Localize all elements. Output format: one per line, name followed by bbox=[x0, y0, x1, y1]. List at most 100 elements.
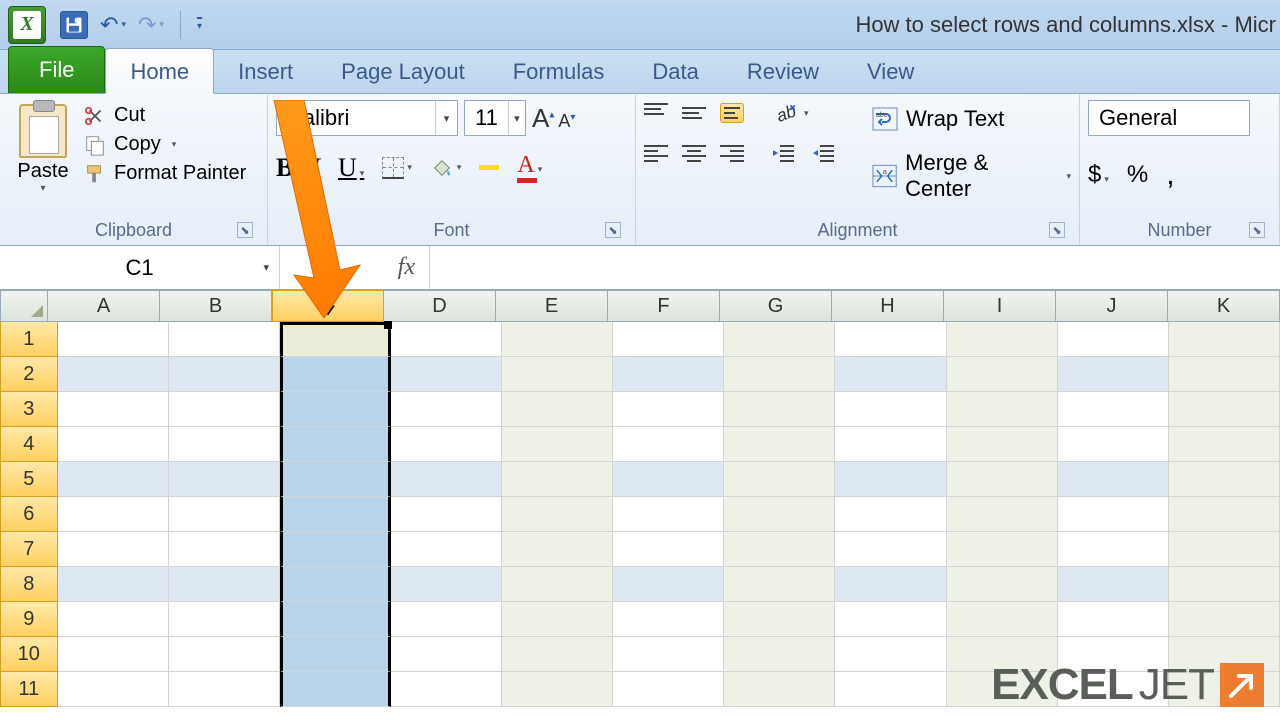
column-header-E[interactable]: E bbox=[496, 290, 608, 322]
cell-H8[interactable] bbox=[835, 567, 946, 602]
cell-K4[interactable] bbox=[1169, 427, 1280, 462]
cell-E7[interactable] bbox=[502, 532, 613, 567]
cell-A1[interactable] bbox=[58, 322, 169, 357]
paste-dropdown-icon[interactable]: ▾ bbox=[8, 183, 78, 194]
cell-H10[interactable] bbox=[835, 637, 946, 672]
cell-D6[interactable] bbox=[391, 497, 502, 532]
cell-C9[interactable] bbox=[280, 602, 391, 637]
cell-E1[interactable] bbox=[502, 322, 613, 357]
cell-D11[interactable] bbox=[391, 672, 502, 707]
cell-I6[interactable] bbox=[947, 497, 1058, 532]
bold-button[interactable]: B bbox=[276, 153, 293, 183]
cell-J5[interactable] bbox=[1058, 462, 1169, 497]
cell-C4[interactable] bbox=[280, 427, 391, 462]
column-header-K[interactable]: K bbox=[1168, 290, 1280, 322]
cell-I7[interactable] bbox=[947, 532, 1058, 567]
row-header-11[interactable]: 11 bbox=[0, 672, 58, 707]
cell-C11[interactable] bbox=[280, 672, 391, 707]
cell-H2[interactable] bbox=[835, 357, 946, 392]
cell-F11[interactable] bbox=[613, 672, 724, 707]
cell-D7[interactable] bbox=[391, 532, 502, 567]
column-header-G[interactable]: G bbox=[720, 290, 832, 322]
tab-home[interactable]: Home bbox=[105, 48, 214, 94]
formula-input[interactable] bbox=[430, 246, 1280, 289]
cell-A5[interactable] bbox=[58, 462, 169, 497]
worksheet[interactable]: ABDEFGHIJK 1234567891011 bbox=[0, 290, 1280, 707]
cell-E10[interactable] bbox=[502, 637, 613, 672]
tab-insert[interactable]: Insert bbox=[214, 49, 317, 93]
cell-K7[interactable] bbox=[1169, 532, 1280, 567]
column-header-F[interactable]: F bbox=[608, 290, 720, 322]
cell-E8[interactable] bbox=[502, 567, 613, 602]
cell-F8[interactable] bbox=[613, 567, 724, 602]
cell-B1[interactable] bbox=[169, 322, 280, 357]
cell-I2[interactable] bbox=[947, 357, 1058, 392]
cell-E11[interactable] bbox=[502, 672, 613, 707]
cell-D4[interactable] bbox=[391, 427, 502, 462]
cell-D5[interactable] bbox=[391, 462, 502, 497]
cell-K1[interactable] bbox=[1169, 322, 1280, 357]
cell-I5[interactable] bbox=[947, 462, 1058, 497]
tab-view[interactable]: View bbox=[843, 49, 938, 93]
grow-font-button[interactable]: A▴ bbox=[532, 103, 554, 134]
cell-B2[interactable] bbox=[169, 357, 280, 392]
align-right-button[interactable] bbox=[720, 143, 744, 163]
cell-A4[interactable] bbox=[58, 427, 169, 462]
cell-F3[interactable] bbox=[613, 392, 724, 427]
row-header-3[interactable]: 3 bbox=[0, 392, 58, 427]
format-painter-button[interactable]: Format Painter bbox=[84, 162, 246, 185]
border-button[interactable]: ▾ bbox=[382, 157, 412, 179]
comma-button[interactable]: , bbox=[1166, 158, 1174, 192]
wrap-text-button[interactable]: abc Wrap Text bbox=[872, 106, 1071, 132]
cell-B5[interactable] bbox=[169, 462, 280, 497]
cell-I9[interactable] bbox=[947, 602, 1058, 637]
cell-H6[interactable] bbox=[835, 497, 946, 532]
cell-B3[interactable] bbox=[169, 392, 280, 427]
cell-B9[interactable] bbox=[169, 602, 280, 637]
cell-C5[interactable] bbox=[280, 462, 391, 497]
redo-button[interactable]: ↷▾ bbox=[138, 12, 164, 38]
cell-A11[interactable] bbox=[58, 672, 169, 707]
cell-G5[interactable] bbox=[724, 462, 835, 497]
cell-G3[interactable] bbox=[724, 392, 835, 427]
percent-button[interactable]: % bbox=[1127, 161, 1148, 189]
tab-page-layout[interactable]: Page Layout bbox=[317, 49, 489, 93]
cell-A7[interactable] bbox=[58, 532, 169, 567]
cell-A8[interactable] bbox=[58, 567, 169, 602]
currency-button[interactable]: $▾ bbox=[1088, 161, 1109, 189]
cell-K2[interactable] bbox=[1169, 357, 1280, 392]
cell-A10[interactable] bbox=[58, 637, 169, 672]
cell-J4[interactable] bbox=[1058, 427, 1169, 462]
copy-dropdown-icon[interactable]: ▾ bbox=[172, 139, 177, 150]
column-header-C[interactable] bbox=[272, 290, 384, 322]
dropdown-icon[interactable]: ▾ bbox=[508, 101, 525, 135]
cell-K9[interactable] bbox=[1169, 602, 1280, 637]
cell-B10[interactable] bbox=[169, 637, 280, 672]
cell-B11[interactable] bbox=[169, 672, 280, 707]
number-format-combo[interactable]: General bbox=[1088, 100, 1250, 136]
column-header-A[interactable]: A bbox=[48, 290, 160, 322]
column-header-D[interactable]: D bbox=[384, 290, 496, 322]
cell-E4[interactable] bbox=[502, 427, 613, 462]
cell-K6[interactable] bbox=[1169, 497, 1280, 532]
cell-D9[interactable] bbox=[391, 602, 502, 637]
cell-I4[interactable] bbox=[947, 427, 1058, 462]
cell-D2[interactable] bbox=[391, 357, 502, 392]
cell-F10[interactable] bbox=[613, 637, 724, 672]
align-left-button[interactable] bbox=[644, 143, 668, 163]
merge-dropdown-icon[interactable]: ▾ bbox=[1066, 171, 1071, 182]
font-size-combo[interactable]: 11 ▾ bbox=[464, 100, 526, 136]
row-header-7[interactable]: 7 bbox=[0, 532, 58, 567]
row-header-6[interactable]: 6 bbox=[0, 497, 58, 532]
cell-B6[interactable] bbox=[169, 497, 280, 532]
fx-button[interactable]: fx bbox=[280, 246, 430, 289]
cell-F4[interactable] bbox=[613, 427, 724, 462]
row-header-4[interactable]: 4 bbox=[0, 427, 58, 462]
cell-H1[interactable] bbox=[835, 322, 946, 357]
undo-button[interactable]: ↶▾ bbox=[100, 12, 126, 38]
cut-button[interactable]: Cut bbox=[84, 104, 246, 127]
cell-G11[interactable] bbox=[724, 672, 835, 707]
font-name-combo[interactable]: Calibri ▾ bbox=[276, 100, 458, 136]
name-box[interactable]: C1 ▾ bbox=[0, 246, 280, 289]
cell-G10[interactable] bbox=[724, 637, 835, 672]
